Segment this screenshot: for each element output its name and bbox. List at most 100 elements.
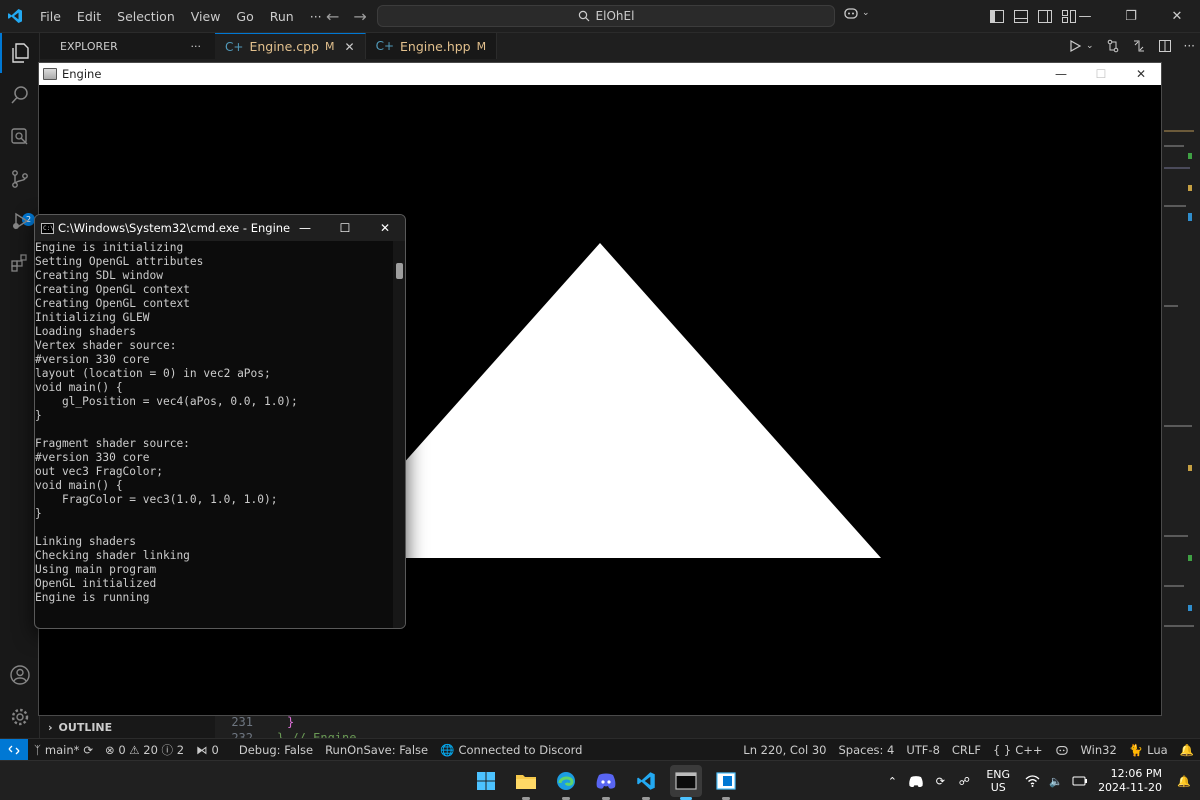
discord-status[interactable]: 🌐 Connected to Discord (434, 743, 588, 757)
close-button[interactable]: ✕ (365, 215, 405, 241)
console-scrollbar[interactable] (393, 241, 405, 628)
explorer-more-button[interactable]: ··· (191, 40, 202, 53)
clock[interactable]: 12:06 PM 2024-11-20 (1098, 767, 1162, 795)
forward-arrow-icon[interactable]: → (353, 7, 366, 26)
notifications-button[interactable]: 🔔 (1174, 743, 1200, 757)
chevron-down-icon: ⌄ (862, 8, 870, 18)
close-tab-icon[interactable]: ✕ (345, 40, 355, 54)
explorer-header: EXPLORER ··· (40, 33, 215, 59)
code-editor-visible-lines[interactable]: 231 } 232 } // Engine (215, 715, 1162, 745)
minimize-button[interactable]: — (1062, 0, 1108, 33)
run-on-save-label: RunOnSave: False (325, 742, 429, 757)
cursor-position[interactable]: Ln 220, Col 30 (737, 743, 832, 757)
account-icon[interactable] (0, 655, 40, 695)
input-language[interactable]: ENG US (986, 768, 1010, 794)
tab-engine-hpp[interactable]: C+ Engine.hpp M (365, 33, 498, 59)
minimap-line (1164, 425, 1192, 427)
scrollbar-thumb[interactable] (396, 263, 403, 279)
menu-edit[interactable]: Edit (69, 0, 109, 33)
menu-go[interactable]: Go (228, 0, 261, 33)
toggle-sidebar-icon[interactable] (990, 10, 1004, 23)
code-line: 231 } (215, 715, 1162, 731)
start-button[interactable] (470, 765, 502, 797)
menu-selection[interactable]: Selection (109, 0, 183, 33)
windows-taskbar: ⌃ ⟳ ☍ ENG US 🔈 12:06 PM 2024-11-20 🔔 (0, 760, 1200, 800)
minimap-line (1188, 465, 1192, 471)
copilot-status[interactable] (1049, 744, 1075, 756)
show-hidden-icons-chevron-up-icon[interactable]: ⌃ (880, 775, 904, 788)
menu-view[interactable]: View (183, 0, 229, 33)
branch-status[interactable]: ᛉ main* ⟳ (28, 743, 99, 757)
indentation[interactable]: Spaces: 4 (832, 743, 900, 757)
console-output[interactable]: Engine is initializing Setting OpenGL att… (35, 241, 393, 628)
battery-icon[interactable] (1068, 775, 1092, 787)
restore-button[interactable]: ❐ (1108, 0, 1154, 33)
maximize-button[interactable]: ☐ (325, 215, 365, 241)
clock-time: 12:06 PM (1110, 767, 1162, 780)
encoding-label: UTF-8 (906, 743, 940, 757)
compare-changes-icon[interactable] (1106, 39, 1120, 53)
discord-app[interactable] (590, 765, 622, 800)
sync-tray-icon[interactable]: ⟳ (928, 775, 952, 788)
minimize-button[interactable]: — (285, 215, 325, 241)
console-window[interactable]: C:\ C:\Windows\System32\cmd.exe - Engine… (34, 214, 406, 629)
command-center-search[interactable]: ElOhEl (377, 5, 835, 27)
console-line: Checking shader linking (35, 549, 190, 562)
remote-indicator-button[interactable] (0, 738, 28, 761)
settings-gear-icon[interactable] (0, 697, 40, 737)
explorer-icon[interactable] (0, 33, 40, 73)
wifi-icon[interactable] (1020, 775, 1044, 787)
shield-tray-icon[interactable]: ☍ (952, 775, 976, 788)
vscode-app[interactable] (630, 765, 662, 800)
ports-status[interactable]: ⧑ 0 (190, 743, 225, 757)
terminal-app[interactable] (670, 765, 702, 800)
copilot-button[interactable]: ⌄ (843, 6, 870, 20)
chevron-down-icon[interactable]: ⌄ (1086, 41, 1094, 51)
debug-status[interactable]: Debug: False (233, 743, 319, 757)
volume-muted-icon[interactable]: 🔈 (1044, 775, 1068, 788)
minimize-button[interactable]: — (1041, 63, 1081, 85)
minimap-line (1164, 625, 1194, 627)
file-explorer-app[interactable] (510, 765, 542, 800)
remote-explorer-icon[interactable] (0, 117, 40, 157)
console-line: #version 330 core (35, 451, 150, 464)
console-titlebar[interactable]: C:\ C:\Windows\System32\cmd.exe - Engine… (35, 215, 405, 241)
encoding[interactable]: UTF-8 (900, 743, 946, 757)
split-editor-icon[interactable] (1158, 39, 1172, 53)
sync-icon: ⟳ (83, 742, 94, 757)
notification-bell-icon[interactable]: 🔔 (1172, 775, 1196, 788)
engine-titlebar[interactable]: Engine — ☐ ✕ (39, 63, 1161, 85)
run-on-save-status[interactable]: RunOnSave: False (319, 743, 434, 757)
platform-status[interactable]: Win32 (1075, 743, 1123, 757)
minimap-line (1188, 185, 1192, 191)
language-mode[interactable]: { } C++ (987, 743, 1049, 757)
close-button[interactable]: ✕ (1154, 0, 1200, 33)
sdl-engine-app[interactable] (710, 765, 742, 800)
tab-engine-cpp[interactable]: C+ Engine.cpp M ✕ (215, 33, 366, 59)
back-arrow-icon[interactable]: ← (326, 7, 339, 26)
tab-label: Engine.hpp (400, 38, 471, 54)
line-endings[interactable]: CRLF (946, 743, 987, 757)
toggle-panel-icon[interactable] (1014, 10, 1028, 23)
minimap[interactable] (1162, 85, 1200, 715)
source-control-icon[interactable] (0, 159, 40, 199)
edge-app[interactable] (550, 765, 582, 800)
close-button[interactable]: ✕ (1121, 63, 1161, 85)
ports-count: 0 (211, 742, 219, 757)
search-icon[interactable] (0, 75, 40, 115)
outline-section-header[interactable]: › OUTLINE (40, 716, 215, 738)
lua-status[interactable]: 🐈 Lua (1123, 743, 1174, 757)
toggle-secondary-sidebar-icon[interactable] (1038, 10, 1052, 23)
open-changes-icon[interactable] (1132, 39, 1146, 53)
maximize-button: ☐ (1095, 67, 1107, 81)
problems-status[interactable]: ⊗ 0 ⚠ 20 ⓘ 2 (99, 742, 190, 758)
console-line: } (35, 507, 42, 520)
menu-run[interactable]: Run (262, 0, 302, 33)
discord-tray-icon[interactable] (904, 775, 928, 788)
menu-file[interactable]: File (32, 0, 69, 33)
more-actions-button[interactable]: ··· (1184, 39, 1195, 53)
console-window-title: C:\Windows\System32\cmd.exe - Engine (58, 221, 291, 235)
run-file-icon[interactable] (1068, 39, 1082, 53)
explorer-title: EXPLORER (60, 39, 118, 53)
app-window-icon (43, 68, 57, 80)
